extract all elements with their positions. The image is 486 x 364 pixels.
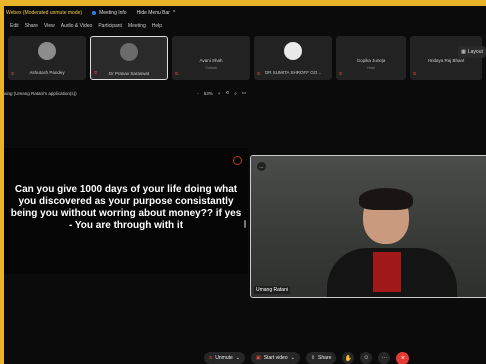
menu-edit[interactable]: Edit xyxy=(10,23,19,33)
fit-icon[interactable]: ⟲ xyxy=(225,90,229,96)
zoom-level: 53% xyxy=(203,90,213,96)
unmute-button[interactable]: ⦸ Unmute ⌄ xyxy=(204,352,245,364)
meeting-controls: ⦸ Unmute ⌄ ▣ Start video ⌄ ⇪ Share ✋ ☺ ·… xyxy=(204,351,410,364)
more-icon: ··· xyxy=(381,355,388,361)
slide-text: Can you give 1000 days of your life doin… xyxy=(10,184,242,231)
zoom-controls: - 53% + ⟲ ⌕ ▭ xyxy=(197,90,246,96)
speaker-hair xyxy=(359,188,413,210)
speaker-name: Umang Ratani xyxy=(254,286,290,294)
hand-icon[interactable]: ✋ xyxy=(342,352,355,364)
shared-content: Can you give 1000 days of your life doin… xyxy=(4,148,248,274)
participant-tile[interactable]: DR SUMITA SHROFF GO... ⦸ xyxy=(254,36,332,80)
record-icon xyxy=(233,156,242,165)
muted-mic-icon: ⦸ xyxy=(209,355,213,361)
title-bar: Webex (Moderated unmute mode) Meeting In… xyxy=(4,6,486,20)
participant-name: Ashutosh Pandey xyxy=(29,70,65,75)
share-icon: ⇪ xyxy=(310,355,316,361)
muted-mic-icon: ⦸ xyxy=(339,71,343,77)
participant-name: Gopika Juneja xyxy=(356,58,386,63)
layout-icon: ▦ xyxy=(461,49,466,55)
participant-tile[interactable]: Hridaya Raj Bhant ⦸ xyxy=(410,36,482,80)
layout-label: Layout xyxy=(467,49,483,55)
muted-mic-icon: ⦸ xyxy=(257,71,261,77)
reactions-icon[interactable]: ☺ xyxy=(360,352,373,364)
chevron-up-icon: ^ xyxy=(172,10,176,16)
chevron-down-icon[interactable]: ⌄ xyxy=(291,355,295,361)
participant-strip: Ashutosh Pandey ⦸ Dr Pranav Saraswat ⦸ A… xyxy=(4,36,486,80)
search-icon[interactable]: ⌕ xyxy=(234,91,237,96)
participant-role: Host xyxy=(367,66,375,70)
start-video-label: Start video xyxy=(263,355,288,361)
chat-icon[interactable]: ▭ xyxy=(242,90,246,96)
video-off-icon: ▣ xyxy=(255,355,261,361)
chevron-down-icon[interactable]: ⌄ xyxy=(236,355,240,361)
more-icon: ... xyxy=(259,163,264,170)
hide-menu-bar-button[interactable]: Hide Menu Bar ^ xyxy=(137,10,176,16)
app-title: Webex (Moderated unmute mode) xyxy=(6,10,83,16)
start-video-button[interactable]: ▣ Start video ⌄ xyxy=(250,352,300,364)
participant-tile[interactable]: Dr Pranav Saraswat ⦸ xyxy=(90,36,168,80)
menu-share[interactable]: Share xyxy=(25,23,38,33)
menu-help[interactable]: Help xyxy=(152,23,162,33)
menu-bar: Edit Share View Audio & Video Participan… xyxy=(4,23,162,33)
participant-tile[interactable]: Gopika Juneja Host ⦸ xyxy=(336,36,406,80)
speaker-shirt xyxy=(373,252,401,292)
avatar xyxy=(120,43,138,61)
zoom-out-button[interactable]: - xyxy=(197,91,199,96)
meeting-info-button[interactable]: Meeting Info xyxy=(92,10,127,16)
participant-name: Dr Pranav Saraswat xyxy=(108,71,150,76)
menu-view[interactable]: View xyxy=(44,23,55,33)
participant-role: Cohost xyxy=(205,66,217,70)
unmute-label: Unmute xyxy=(215,355,233,361)
participant-tile[interactable]: Ashutosh Pandey ⦸ xyxy=(8,36,86,80)
share-button[interactable]: ⇪ Share xyxy=(305,352,337,364)
muted-mic-icon: ⦸ xyxy=(94,70,98,76)
muted-mic-icon: ⦸ xyxy=(413,71,417,77)
more-options-button[interactable]: ··· xyxy=(378,352,391,364)
participant-name: Hridaya Raj Bhant xyxy=(427,58,465,63)
menu-meeting[interactable]: Meeting xyxy=(128,23,146,33)
layout-button[interactable]: ▦ Layout xyxy=(458,46,486,58)
menu-participant[interactable]: Participant xyxy=(98,23,122,33)
video-options-button[interactable]: ... xyxy=(257,162,266,171)
avatar xyxy=(38,42,56,60)
zoom-in-button[interactable]: + xyxy=(218,91,221,96)
meeting-info-label: Meeting Info xyxy=(99,10,127,16)
close-icon: × xyxy=(400,354,405,362)
active-speaker-video: ... Umang Ratani xyxy=(250,155,486,298)
leave-meeting-button[interactable]: × xyxy=(396,351,410,364)
avatar xyxy=(284,42,302,60)
share-label: Share xyxy=(318,355,332,361)
participant-name: Avani Shah xyxy=(199,58,223,63)
scrollbar[interactable] xyxy=(244,220,246,228)
hide-menu-bar-label: Hide Menu Bar xyxy=(136,10,170,16)
muted-mic-icon: ⦸ xyxy=(11,71,15,77)
muted-mic-icon: ⦸ xyxy=(175,71,179,77)
share-status-bar: aing (Umang Ratani's application(s)) - 5… xyxy=(4,88,246,98)
webex-window: Webex (Moderated unmute mode) Meeting In… xyxy=(4,6,486,364)
menu-audio-video[interactable]: Audio & Video xyxy=(61,23,93,33)
share-label: aing (Umang Ratani's application(s)) xyxy=(4,90,77,96)
participant-tile[interactable]: Avani Shah Cohost ⦸ xyxy=(172,36,250,80)
info-icon xyxy=(92,11,97,15)
participant-name: DR SUMITA SHROFF GO... xyxy=(265,70,321,75)
